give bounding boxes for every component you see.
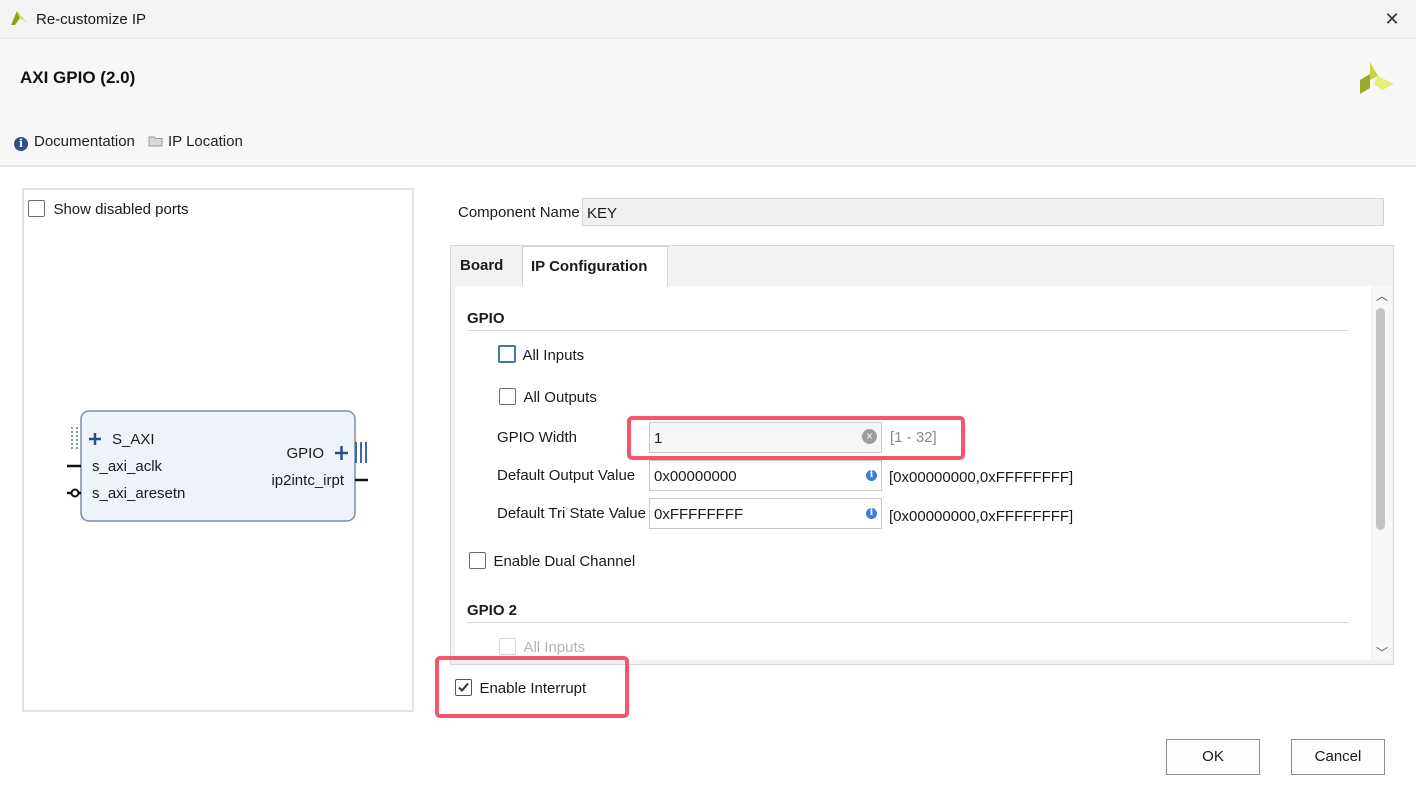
enable-interrupt-checkbox[interactable]: Enable Interrupt xyxy=(455,679,586,698)
component-name-label: Component Name xyxy=(458,204,580,221)
port-label-aclk: s_axi_aclk xyxy=(92,458,163,475)
axi-gpio-block-diagram: S_AXI s_axi_aclk s_axi_aresetn GPIO ip2i… xyxy=(67,410,368,522)
gpio-section-divider xyxy=(467,330,1348,331)
default-tri-input[interactable]: 0xFFFFFFFF xyxy=(649,498,882,529)
info-icon: i xyxy=(866,470,877,481)
all-outputs-checkbox[interactable]: All Outputs xyxy=(499,388,597,407)
gpio2-all-inputs-checkbox[interactable]: All Inputs xyxy=(499,638,585,657)
vivado-logo-icon xyxy=(11,11,27,25)
all-inputs-box[interactable] xyxy=(498,345,516,363)
enable-interrupt-box[interactable] xyxy=(455,679,472,696)
default-output-input[interactable]: 0x00000000 xyxy=(649,460,882,491)
default-output-range: [0x00000000,0xFFFFFFFF] xyxy=(889,469,1074,486)
scrollbar-thumb[interactable] xyxy=(1376,308,1385,530)
ok-button[interactable]: OK xyxy=(1166,739,1260,775)
default-tri-label: Default Tri State Value xyxy=(497,505,646,522)
xilinx-logo-icon xyxy=(1360,62,1394,94)
tab-board[interactable]: Board xyxy=(452,246,511,286)
scroll-up-icon[interactable]: ︿ xyxy=(1374,288,1390,304)
info-icon: i xyxy=(866,508,877,519)
folder-icon xyxy=(148,136,163,147)
default-tri-value: 0xFFFFFFFF xyxy=(654,506,744,523)
enable-dual-channel-checkbox[interactable]: Enable Dual Channel xyxy=(469,552,635,571)
documentation-link[interactable]: i Documentation xyxy=(14,133,135,151)
gpio-width-label: GPIO Width xyxy=(497,429,578,446)
gpio2-all-inputs-box[interactable] xyxy=(499,638,516,655)
close-icon[interactable]: ✕ xyxy=(1380,8,1404,30)
all-outputs-box[interactable] xyxy=(499,388,516,405)
tab-ip-configuration[interactable]: IP Configuration xyxy=(522,246,668,287)
scroll-down-icon[interactable]: ﹀ xyxy=(1374,645,1390,661)
window-title: Re-customize IP xyxy=(36,11,147,28)
show-disabled-ports-checkbox[interactable]: Show disabled ports xyxy=(28,200,189,219)
checkmark-icon xyxy=(458,682,469,692)
all-inputs-label: All Inputs xyxy=(522,347,585,364)
checkbox-box[interactable] xyxy=(28,200,45,217)
gpio-width-highlight xyxy=(627,416,965,460)
gpio2-section-title: GPIO 2 xyxy=(467,602,518,619)
enable-interrupt-label: Enable Interrupt xyxy=(479,680,587,697)
aresetn-invert-bubble xyxy=(70,488,80,498)
default-tri-range: [0x00000000,0xFFFFFFFF] xyxy=(889,508,1074,525)
default-output-label: Default Output Value xyxy=(497,467,636,484)
gpio-section-title: GPIO xyxy=(467,310,505,327)
all-outputs-label: All Outputs xyxy=(523,389,597,406)
enable-dual-channel-label: Enable Dual Channel xyxy=(493,553,636,570)
default-output-value: 0x00000000 xyxy=(654,468,737,485)
component-name-field[interactable]: KEY xyxy=(582,198,1384,226)
info-icon: i xyxy=(14,137,28,151)
port-label-aresetn: s_axi_aresetn xyxy=(92,485,185,502)
cancel-button[interactable]: Cancel xyxy=(1291,739,1385,775)
show-disabled-ports-label: Show disabled ports xyxy=(53,201,189,218)
documentation-label: Documentation xyxy=(34,133,135,150)
all-inputs-checkbox[interactable]: All Inputs xyxy=(498,345,584,365)
gpio2-section-divider xyxy=(467,622,1348,623)
title-bar xyxy=(0,0,1416,39)
ip-title: AXI GPIO (2.0) xyxy=(20,68,136,87)
gpio2-all-inputs-label: All Inputs xyxy=(523,639,586,656)
port-label-gpio: GPIO xyxy=(286,445,324,462)
dual-channel-box[interactable] xyxy=(469,552,486,569)
port-label-s-axi: S_AXI xyxy=(112,431,155,448)
ip-configuration-panel: GPIO All Inputs All Outputs GPIO Width 1… xyxy=(455,286,1371,660)
port-label-irpt: ip2intc_irpt xyxy=(271,472,344,489)
ip-location-label: IP Location xyxy=(168,133,243,150)
ip-location-link[interactable]: IP Location xyxy=(148,133,243,150)
